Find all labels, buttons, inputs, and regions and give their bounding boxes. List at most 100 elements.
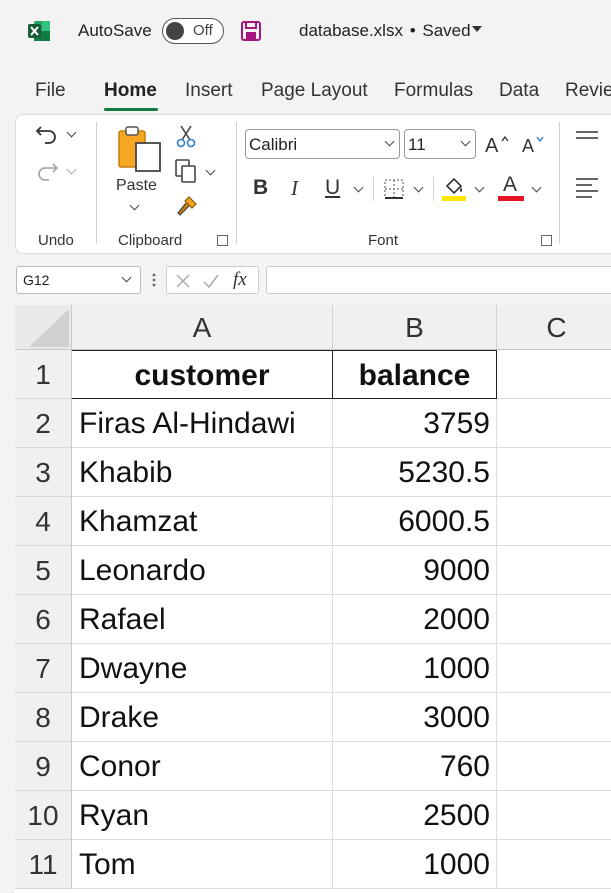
- underline-button[interactable]: U: [325, 176, 340, 200]
- button-divider: [433, 177, 434, 201]
- cell-c[interactable]: [497, 644, 611, 693]
- cell-a[interactable]: Tom: [72, 840, 333, 889]
- cell-a[interactable]: Conor: [72, 742, 333, 791]
- format-painter-icon[interactable]: [175, 194, 199, 218]
- row-header[interactable]: 1: [15, 350, 72, 399]
- tab-data[interactable]: Data: [499, 80, 539, 102]
- cell-c[interactable]: [497, 546, 611, 595]
- clipboard-launcher-icon[interactable]: [217, 235, 228, 246]
- align-left-icon[interactable]: [574, 176, 600, 200]
- group-divider: [96, 122, 97, 244]
- cancel-icon[interactable]: [175, 273, 191, 289]
- top-align-icon[interactable]: [574, 130, 600, 146]
- row-header[interactable]: 2: [15, 399, 72, 448]
- select-all-triangle-icon: [29, 309, 69, 347]
- cell-b[interactable]: 6000.5: [333, 497, 497, 546]
- cell-a[interactable]: Khabib: [72, 448, 333, 497]
- cell-c[interactable]: [497, 840, 611, 889]
- formula-input[interactable]: [266, 266, 611, 294]
- cell-c[interactable]: [497, 497, 611, 546]
- cell-a[interactable]: Ryan: [72, 791, 333, 840]
- cell-c[interactable]: [497, 693, 611, 742]
- cell-b[interactable]: 1000: [333, 840, 497, 889]
- enter-icon[interactable]: [202, 273, 220, 289]
- title-dropdown-icon[interactable]: [472, 26, 482, 32]
- copy-icon[interactable]: [174, 158, 198, 184]
- formula-actions: fx: [166, 266, 259, 294]
- cell-b[interactable]: 2000: [333, 595, 497, 644]
- column-header-c[interactable]: C: [497, 305, 611, 350]
- paste-label: Paste: [116, 177, 157, 194]
- row-header[interactable]: 5: [15, 546, 72, 595]
- row-header[interactable]: 4: [15, 497, 72, 546]
- redo-icon[interactable]: [35, 160, 59, 182]
- row-header[interactable]: 6: [15, 595, 72, 644]
- save-icon[interactable]: [240, 20, 262, 42]
- italic-button[interactable]: I: [291, 176, 298, 201]
- tab-review[interactable]: Revie: [565, 80, 611, 102]
- cell-a[interactable]: Drake: [72, 693, 333, 742]
- header-cell-b[interactable]: balance: [333, 350, 497, 399]
- autosave-toggle[interactable]: Off: [162, 18, 224, 44]
- row-header[interactable]: 9: [15, 742, 72, 791]
- cell-a[interactable]: Rafael: [72, 595, 333, 644]
- title-bar: AutoSave Off database.xlsx • Saved: [0, 0, 611, 64]
- font-size-select[interactable]: 11: [404, 129, 476, 159]
- name-box[interactable]: G12: [16, 266, 141, 294]
- increase-font-size-icon[interactable]: A: [484, 132, 512, 156]
- cell-b[interactable]: 5230.5: [333, 448, 497, 497]
- cell-b[interactable]: 1000: [333, 644, 497, 693]
- undo-icon[interactable]: [35, 123, 59, 145]
- cell-b[interactable]: 3759: [333, 399, 497, 448]
- active-tab-indicator: [104, 108, 158, 111]
- tab-formulas[interactable]: Formulas: [394, 80, 473, 102]
- column-header-a[interactable]: A: [72, 305, 333, 350]
- file-name: database.xlsx: [299, 21, 403, 40]
- cell-c[interactable]: [497, 399, 611, 448]
- borders-icon[interactable]: [383, 178, 405, 200]
- cell-c[interactable]: [497, 595, 611, 644]
- tab-home[interactable]: Home: [104, 80, 157, 102]
- font-color-letter[interactable]: A: [503, 173, 517, 197]
- row-header[interactable]: 3: [15, 448, 72, 497]
- row-header[interactable]: 10: [15, 791, 72, 840]
- tab-file[interactable]: File: [35, 80, 66, 102]
- tab-insert[interactable]: Insert: [185, 80, 233, 102]
- insert-function-icon[interactable]: fx: [233, 269, 247, 291]
- cell-b[interactable]: 760: [333, 742, 497, 791]
- tab-page-layout[interactable]: Page Layout: [261, 80, 368, 102]
- font-name-dropdown-icon[interactable]: [384, 136, 395, 147]
- cell-b[interactable]: 9000: [333, 546, 497, 595]
- toggle-knob: [166, 22, 184, 40]
- cell-c[interactable]: [497, 791, 611, 840]
- font-size-dropdown-icon[interactable]: [460, 136, 471, 147]
- cut-icon[interactable]: [176, 124, 196, 148]
- row-header[interactable]: 7: [15, 644, 72, 693]
- cell-b[interactable]: 2500: [333, 791, 497, 840]
- row-header[interactable]: 8: [15, 693, 72, 742]
- fill-color-icon[interactable]: [441, 174, 467, 202]
- bold-button[interactable]: B: [253, 176, 268, 200]
- name-box-dropdown-icon[interactable]: [121, 272, 132, 283]
- cell-a[interactable]: Leonardo: [72, 546, 333, 595]
- document-title[interactable]: database.xlsx • Saved: [299, 21, 471, 41]
- font-name-select[interactable]: Calibri: [245, 129, 400, 159]
- font-launcher-icon[interactable]: [541, 235, 552, 246]
- clipboard-group-label: Clipboard: [118, 232, 183, 249]
- decrease-font-size-icon[interactable]: A: [521, 132, 549, 156]
- paste-icon[interactable]: [116, 125, 162, 173]
- cell-a[interactable]: Dwayne: [72, 644, 333, 693]
- column-header-b[interactable]: B: [333, 305, 497, 350]
- row-header[interactable]: 11: [15, 840, 72, 889]
- select-all-button[interactable]: [15, 305, 72, 350]
- cell-c[interactable]: [497, 448, 611, 497]
- header-cell-c[interactable]: [497, 350, 611, 399]
- font-name-value: Calibri: [249, 135, 298, 154]
- header-cell-a[interactable]: customer: [72, 350, 333, 399]
- button-divider: [373, 177, 374, 201]
- cell-a[interactable]: Firas Al-Hindawi: [72, 399, 333, 448]
- cell-c[interactable]: [497, 742, 611, 791]
- more-options-icon[interactable]: [150, 271, 158, 289]
- cell-a[interactable]: Khamzat: [72, 497, 333, 546]
- cell-b[interactable]: 3000: [333, 693, 497, 742]
